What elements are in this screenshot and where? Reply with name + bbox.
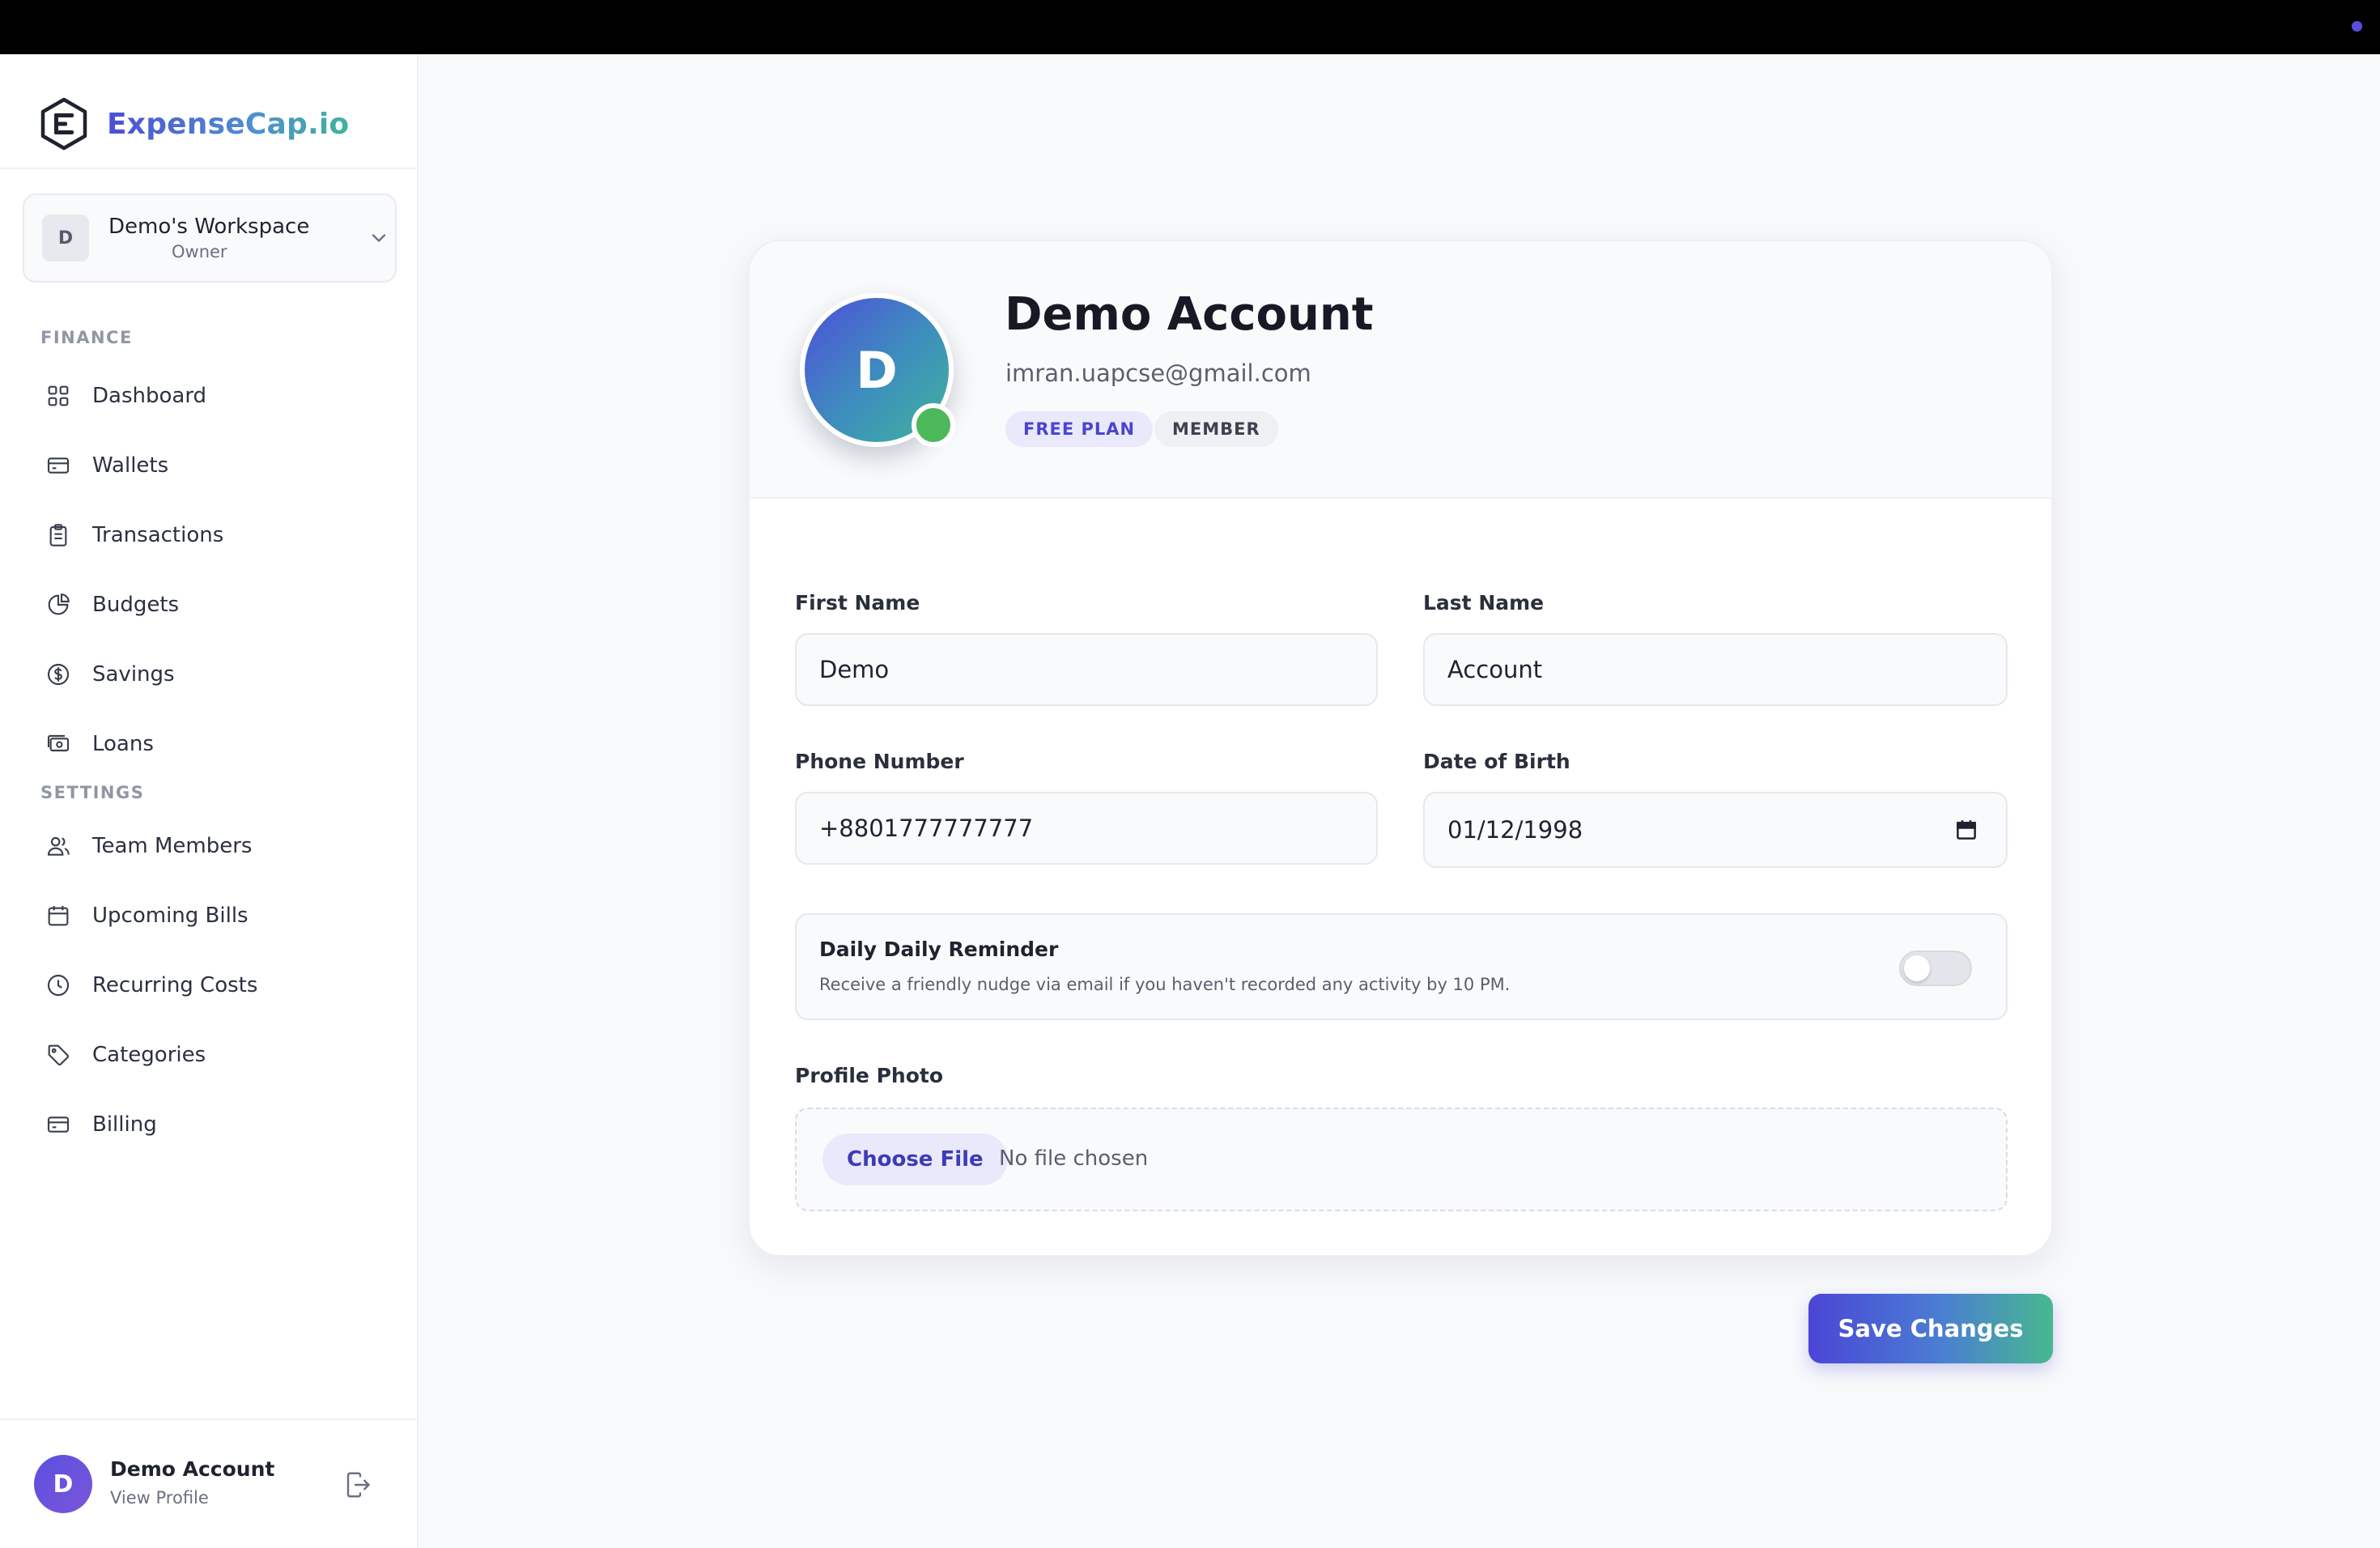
- profile-name: Demo Account: [1005, 288, 1374, 341]
- file-status: No file chosen: [999, 1146, 1149, 1171]
- credit-card-icon: [47, 1116, 70, 1133]
- sidebar-item-label: Dashboard: [92, 384, 207, 408]
- sidebar-item-budgets[interactable]: Budgets: [45, 582, 179, 627]
- role-badge: MEMBER: [1154, 411, 1278, 447]
- plan-badge: FREE PLAN: [1005, 411, 1154, 447]
- reminder-description: Receive a friendly nudge via email if yo…: [819, 975, 1511, 994]
- divider: [0, 168, 417, 169]
- sidebar-item-label: Transactions: [92, 523, 224, 547]
- sidebar-item-wallets[interactable]: Wallets: [45, 443, 168, 488]
- brand[interactable]: ExpenseCap.io: [37, 83, 349, 164]
- sidebar-item-recurring-costs[interactable]: Recurring Costs: [45, 963, 257, 1008]
- last-name-field[interactable]: [1423, 633, 2008, 706]
- workspace-avatar: D: [42, 215, 89, 262]
- first-name-label: First Name: [795, 591, 920, 615]
- sidebar-item-label: Loans: [92, 732, 154, 756]
- dob-label: Date of Birth: [1423, 750, 1570, 773]
- dollar-circle-icon: [47, 663, 70, 686]
- sidebar-item-dashboard[interactable]: Dashboard: [45, 373, 206, 419]
- profile-card: D Demo Account imran.uapcse@gmail.com FR…: [748, 240, 2053, 1257]
- sidebar-item-label: Categories: [92, 1043, 206, 1067]
- profile-photo-upload[interactable]: Choose File No file chosen: [795, 1108, 2008, 1211]
- reminder-title: Daily Daily Reminder: [819, 938, 1059, 961]
- sidebar-item-transactions[interactable]: Transactions: [45, 512, 223, 558]
- cash-icon: [47, 734, 70, 752]
- sidebar-item-label: Recurring Costs: [92, 973, 258, 997]
- user-name: Demo Account: [110, 1457, 275, 1481]
- sidebar-item-upcoming-bills[interactable]: Upcoming Bills: [45, 893, 249, 938]
- workspace-switcher[interactable]: D Demo's Workspace Owner: [23, 194, 397, 283]
- clock-icon: [47, 974, 70, 997]
- grid-icon: [48, 385, 69, 406]
- tag-icon: [48, 1044, 69, 1065]
- toggle-knob: [1904, 955, 1930, 981]
- sidebar-item-label: Wallets: [92, 453, 169, 478]
- workspace-role: Owner: [172, 242, 227, 262]
- save-changes-button[interactable]: Save Changes: [1808, 1294, 2053, 1363]
- dob-field[interactable]: [1423, 792, 2008, 868]
- sidebar-item-label: Upcoming Bills: [92, 904, 249, 928]
- logout-icon[interactable]: [343, 1470, 372, 1499]
- sidebar-item-label: Budgets: [92, 593, 180, 617]
- view-profile-link[interactable]: View Profile: [110, 1488, 209, 1508]
- status-dot-icon: [2352, 21, 2362, 32]
- sidebar-item-billing[interactable]: Billing: [45, 1102, 157, 1147]
- last-name-label: Last Name: [1423, 591, 1545, 615]
- profile-email: imran.uapcse@gmail.com: [1005, 359, 1311, 387]
- sidebar-item-label: Team Members: [92, 834, 253, 858]
- logo-icon: [40, 97, 87, 151]
- sidebar-item-categories[interactable]: Categories: [45, 1032, 206, 1078]
- wallet-icon: [47, 457, 70, 474]
- sidebar-item-savings[interactable]: Savings: [45, 652, 175, 697]
- calendar-icon: [48, 906, 69, 926]
- reminder-toggle[interactable]: [1899, 950, 1972, 986]
- profile-photo-label: Profile Photo: [795, 1064, 944, 1087]
- chevron-down-icon: [372, 234, 386, 242]
- workspace-name: Demo's Workspace: [108, 215, 310, 239]
- brand-name: ExpenseCap.io: [107, 107, 350, 141]
- sidebar-item-team-members[interactable]: Team Members: [45, 823, 252, 869]
- first-name-field[interactable]: [795, 633, 1378, 706]
- sidebar-item-loans[interactable]: Loans: [45, 721, 154, 767]
- choose-file-button[interactable]: Choose File: [822, 1133, 1008, 1185]
- sidebar-item-label: Billing: [92, 1112, 157, 1137]
- pie-chart-icon: [48, 593, 70, 615]
- phone-field[interactable]: [795, 792, 1378, 865]
- clipboard-icon: [49, 524, 67, 546]
- window-topbar: [0, 0, 2380, 54]
- sidebar-item-label: Savings: [92, 662, 175, 687]
- nav-section-finance: FINANCE: [40, 328, 133, 347]
- sidebar: ExpenseCap.io D Demo's Workspace Owner F…: [0, 54, 419, 1548]
- avatar[interactable]: D: [34, 1455, 92, 1513]
- daily-reminder-setting: Daily Daily Reminder Receive a friendly …: [795, 913, 2008, 1020]
- profile-header: D Demo Account imran.uapcse@gmail.com FR…: [750, 241, 2051, 499]
- online-status-icon: [912, 403, 955, 447]
- nav-section-settings: SETTINGS: [40, 783, 145, 802]
- users-icon: [47, 836, 70, 856]
- calendar-picker-icon[interactable]: [1954, 818, 1978, 842]
- phone-label: Phone Number: [795, 750, 964, 773]
